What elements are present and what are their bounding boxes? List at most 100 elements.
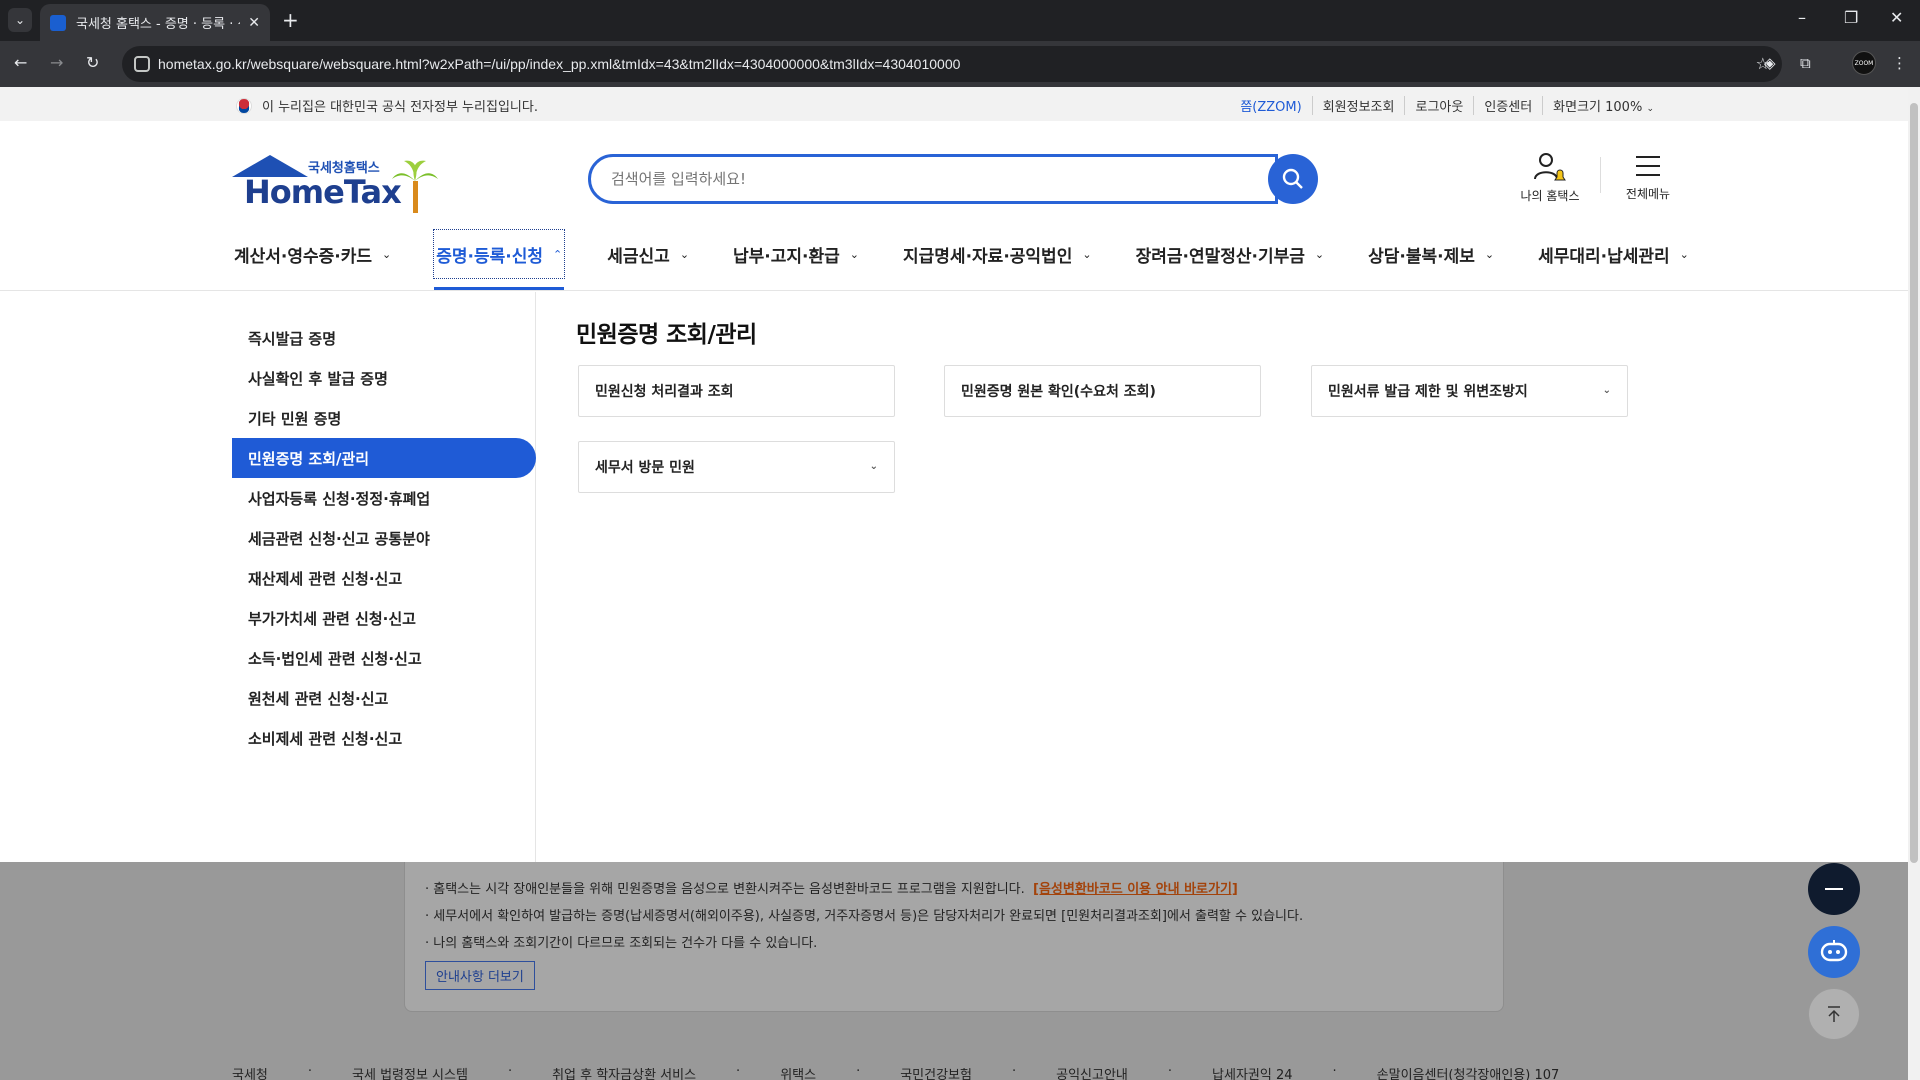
gnb-incentive-yearend[interactable]: 장려금·연말정산·기부금 ⌄ [1134,229,1327,279]
notice-box: · 홈택스는 시각 장애인분들을 위해 민원증명을 음성으로 변환시켜주는 음성… [404,862,1504,1012]
robot-icon [1820,940,1848,962]
notice-line-2: · 세무서에서 확인하여 발급하는 증명(납세증명서(해외이주용), 사실증명,… [425,909,1304,924]
notice-line-1: · 홈택스는 시각 장애인분들을 위해 민원증명을 음성으로 변환시켜주는 음성… [425,878,1483,897]
hometax-page: 이 누리집은 대한민국 공식 전자정부 누리집입니다. 쯤(ZZOM) 회원정보… [0,87,1908,1080]
util-link-zoom[interactable]: 쯤(ZZOM) [1230,96,1311,115]
minimize-icon[interactable]: – [1798,8,1806,27]
chevron-down-icon: ⌄ [869,461,878,472]
footer-link[interactable]: 취업 후 학자금상환 서비스 [552,1064,696,1080]
user-bell-icon [1534,153,1566,181]
gnb-label: 상담·불복·제보 [1368,246,1475,267]
util-link-member-info[interactable]: 회원정보조회 [1311,96,1405,115]
footer-link[interactable]: 위택스 [780,1064,816,1080]
page-title: 민원증명 조회/관리 [576,322,757,348]
forward-arrow-icon[interactable]: → [50,53,63,72]
collapse-float-button[interactable] [1808,863,1860,915]
search-input[interactable] [588,154,1278,204]
lnb-item[interactable]: 부가가치세 관련 신청·신고 [232,598,536,638]
window-close-icon[interactable]: ✕ [1890,8,1903,27]
hometax-favicon-icon [50,14,66,31]
restore-icon[interactable]: ❐ [1844,8,1858,27]
gov-notice-bar: 이 누리집은 대한민국 공식 전자정부 누리집입니다. 쯤(ZZOM) 회원정보… [0,87,1908,121]
chevron-down-icon: ⌄ [382,247,392,261]
tab-close-icon[interactable]: ✕ [248,15,260,31]
address-bar[interactable]: hometax.go.kr/websquare/websquare.html?w… [122,46,1782,82]
extensions-puzzle-icon[interactable]: ⧉ [1800,54,1811,72]
lnb-item[interactable]: 원천세 관련 신청·신고 [232,678,536,718]
search-button[interactable] [1268,154,1318,204]
zoom-extension-avatar[interactable]: ZOOM [1852,51,1876,75]
gnb-consult-appeal[interactable]: 상담·불복·제보 ⌄ [1366,229,1496,279]
extension-icon[interactable]: ◈ [1764,54,1776,72]
gnb-tax-agent[interactable]: 세무대리·납세관리 ⌄ [1536,229,1691,279]
footer-link[interactable]: 손말이음센터(청각장애인용) 107 [1377,1064,1560,1080]
footer-link[interactable]: 납세자권익 24 [1212,1064,1292,1080]
palm-tree-icon [392,160,438,213]
back-arrow-icon[interactable]: ← [14,53,27,72]
new-tab-plus-icon[interactable]: + [282,8,299,32]
gnb-label: 세무대리·납세관리 [1538,246,1670,267]
footer-separator: · [1167,1064,1173,1079]
lnb-item-active[interactable]: 민원증명 조회/관리 [232,438,536,478]
footer-separator: · [1332,1064,1337,1079]
chevron-down-icon: ⌄ [1484,247,1495,261]
util-link-logout[interactable]: 로그아웃 [1404,96,1473,115]
lnb-item[interactable]: 사업자등록 신청·정정·휴폐업 [232,478,536,518]
browser-tab-hometax[interactable]: 국세청 홈택스 - 증명 · 등록 · 신 ✕ [40,4,270,41]
search-area [588,154,1318,204]
footer-link[interactable]: 공익신고안내 [1056,1064,1128,1080]
gnb-invoice-receipt-card[interactable]: 계산서·영수증·카드 ⌄ [232,229,393,279]
gnb-label: 증명·등록·신청 [436,246,544,267]
dimmed-overlay-area: · 홈택스는 시각 장애인분들을 위해 민원증명을 음성으로 변환시켜주는 음성… [0,862,1908,1080]
voice-barcode-link[interactable]: [음성변환바코드 이용 안내 바로가기] [1033,882,1238,897]
reload-icon[interactable]: ↻ [86,53,99,72]
all-menu-label: 전체메뉴 [1625,187,1671,201]
lnb-item[interactable]: 재산제세 관련 신청·신고 [232,558,536,598]
lnb-item[interactable]: 기타 민원 증명 [232,398,536,438]
lnb-item[interactable]: 세금관련 신청·신고 공통분야 [232,518,536,558]
util-link-cert-center[interactable]: 인증센터 [1473,96,1542,115]
hamburger-menu-icon [1636,156,1660,176]
footer-link[interactable]: 국세청 [232,1064,268,1080]
lnb-item[interactable]: 소비제세 관련 신청·신고 [232,718,536,758]
scrollbar-thumb[interactable] [1910,103,1918,863]
browser-tab-bar: ⌄ 국세청 홈택스 - 증명 · 등록 · 신 ✕ + – ❐ ✕ [0,0,1920,41]
tab-list-chevron-icon[interactable]: ⌄ [8,8,32,32]
lnb-item[interactable]: 사실확인 후 발급 증명 [232,358,536,398]
arrow-up-icon [1828,1006,1840,1022]
chatbot-button[interactable] [1808,926,1860,978]
footer-separator: · [307,1064,313,1079]
scroll-top-button[interactable] [1808,988,1860,1040]
all-menu-button[interactable]: 전체메뉴 [1608,151,1688,202]
page-scrollbar[interactable] [1908,87,1920,1080]
chevron-down-icon: ⌄ [1082,247,1092,261]
gnb-payment-refund[interactable]: 납부·고지·환급 ⌄ [731,229,861,279]
my-hometax-button[interactable]: 나의 홈택스 [1510,151,1590,204]
browser-menu-kebab-icon[interactable]: ⋮ [1892,54,1907,72]
footer-links: 국세청 · 국세 법령정보 시스템 · 취업 후 학자금상환 서비스 · 위택스 · 국… [232,1064,1599,1080]
gnb-payment-statement[interactable]: 지급명세·자료·공익법인 ⌄ [901,229,1094,279]
gnb-certificate-registration[interactable]: 증명·등록·신청 ⌃ [433,229,566,290]
card-issuance-restriction[interactable]: 민원서류 발급 제한 및 위변조방지 ⌄ [1311,365,1628,417]
card-application-result[interactable]: 민원신청 처리결과 조회 [578,365,895,417]
hometax-logo[interactable]: 국세청홈택스 HomeTax [232,155,442,217]
lnb-item[interactable]: 소득·법인세 관련 신청·신고 [232,638,536,678]
site-header: 국세청홈택스 HomeTax 나의 홈택스 전체메뉴 [0,121,1908,291]
chevron-down-icon: ⌄ [849,247,860,261]
card-original-verification[interactable]: 민원증명 원본 확인(수요처 조회) [944,365,1261,417]
card-office-visit[interactable]: 세무서 방문 민원 ⌄ [578,441,895,493]
search-icon [1282,168,1303,189]
footer-separator: · [1011,1064,1017,1079]
gnb-tax-return[interactable]: 세금신고 ⌄ [605,229,691,279]
footer-link[interactable]: 국세 법령정보 시스템 [352,1064,468,1080]
notice-more-button[interactable]: 안내사항 더보기 [425,961,535,990]
browser-toolbar: ← → ↻ hometax.go.kr/websquare/websquare.… [0,41,1920,87]
chevron-down-icon: ⌄ [1602,385,1611,396]
gnb-label: 장려금·연말정산·기부금 [1135,246,1305,267]
gov-notice-text: 이 누리집은 대한민국 공식 전자정부 누리집입니다. [262,100,538,115]
minus-icon [1825,888,1843,890]
util-link-screen-size[interactable]: 화면크기 100% ⌄ [1542,96,1664,115]
lnb-item[interactable]: 즉시발급 증명 [232,318,536,358]
footer-link[interactable]: 국민건강보험 [900,1064,972,1080]
site-info-icon[interactable] [134,56,150,72]
